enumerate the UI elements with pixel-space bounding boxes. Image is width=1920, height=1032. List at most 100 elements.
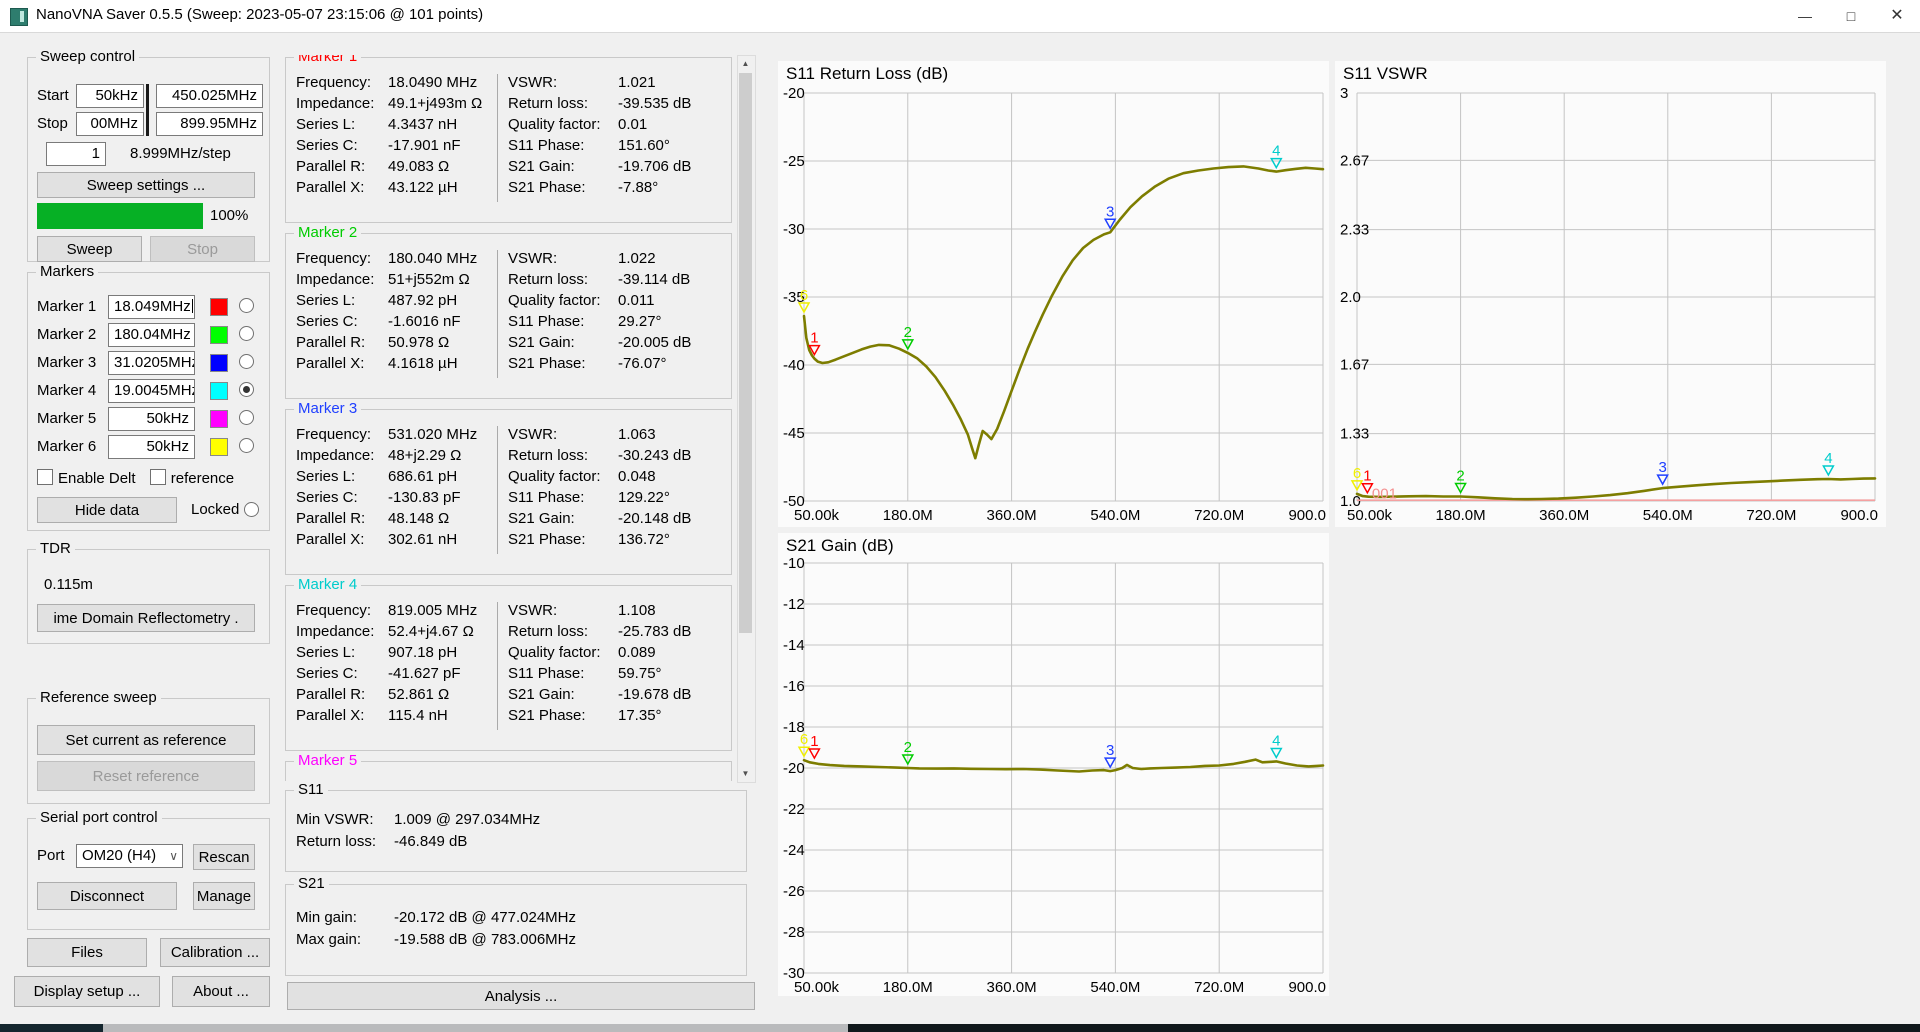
s21-gain-chart[interactable]: -10-12-14-16-18-20-22-24-26-28-3050.00k1… [778, 533, 1329, 996]
sweep-segments-input[interactable]: 1 [46, 142, 106, 166]
field-label: Min gain: [296, 907, 357, 929]
markers-group: Markers Marker 1 18.049MHz Marker 2 180.… [27, 272, 270, 531]
field-label: Return loss: [508, 269, 588, 290]
stop-button[interactable]: Stop [150, 236, 255, 262]
tdr-title: TDR [36, 540, 75, 557]
analysis-button[interactable]: Analysis ... [287, 982, 755, 1010]
marker-frequency-input[interactable]: 50kHz [108, 435, 195, 459]
files-button[interactable]: Files [27, 938, 147, 967]
reset-reference-button[interactable]: Reset reference [37, 761, 255, 791]
marker-panel-left-column: Frequency: 819.005 MHz Impedance: 52.4+j… [296, 600, 492, 726]
marker-frequency-input[interactable]: 19.0045MHz [108, 379, 195, 403]
marker-color-swatch [210, 326, 228, 344]
marker-select-radio[interactable] [239, 438, 254, 453]
svg-text:001: 001 [1372, 486, 1397, 503]
panel-divider [497, 426, 498, 554]
marker-frequency-input[interactable]: 50kHz [108, 407, 195, 431]
scroll-down-icon[interactable]: ▼ [738, 766, 753, 782]
rescan-button[interactable]: Rescan [193, 844, 255, 870]
marker-detail-panel: Marker 1 Frequency: 18.0490 MHz Impedanc… [285, 57, 732, 223]
disconnect-button[interactable]: Disconnect [37, 882, 177, 910]
taskbar-edge [0, 1024, 1920, 1032]
s11-summary-title: S11 [294, 781, 328, 798]
scrollbar-handle[interactable] [739, 73, 752, 633]
about-button[interactable]: About ... [172, 976, 270, 1007]
port-combobox[interactable]: OM20 (H4)∨ [76, 844, 183, 868]
marker-frequency-input[interactable]: 18.049MHz [108, 295, 195, 319]
field-value: 51+j552m Ω [388, 269, 470, 290]
manage-button[interactable]: Manage [193, 882, 255, 910]
data-row: Parallel R: 49.083 Ω [296, 156, 492, 177]
reference-checkbox[interactable] [150, 469, 166, 485]
marker-select-radio[interactable] [239, 410, 254, 425]
marker-label: Marker 3 [37, 354, 96, 371]
marker-select-radio[interactable] [239, 298, 254, 313]
data-row: Series C: -41.627 pF [296, 663, 492, 684]
sweep-settings-button[interactable]: Sweep settings ... [37, 172, 255, 198]
marker-frequency-input[interactable]: 31.0205MHz [108, 351, 195, 375]
set-reference-button[interactable]: Set current as reference [37, 725, 255, 755]
maximize-button[interactable]: □ [1828, 0, 1874, 32]
marker-select-radio[interactable] [239, 382, 254, 397]
tdr-button[interactable]: ime Domain Reflectometry . [37, 604, 255, 632]
field-value: 819.005 MHz [388, 600, 477, 621]
field-value: 43.122 µH [388, 177, 458, 198]
svg-text:900.0: 900.0 [1288, 979, 1326, 996]
field-label: Impedance: [296, 269, 374, 290]
s11-return-loss-chart[interactable]: -20-25-30-35-40-45-5050.00k180.0M360.0M5… [778, 61, 1329, 527]
sweep-stop-input[interactable]: 00MHz [76, 112, 144, 136]
display-setup-button[interactable]: Display setup ... [14, 976, 160, 1007]
sweep-center-input[interactable]: 450.025MHz [156, 84, 263, 108]
sweep-button[interactable]: Sweep [37, 236, 142, 262]
field-value: 50.978 Ω [388, 332, 449, 353]
data-row: Series L: 487.92 pH [296, 290, 492, 311]
hide-data-button[interactable]: Hide data [37, 497, 177, 523]
svg-text:1.33: 1.33 [1340, 426, 1369, 443]
s11-vswr-chart[interactable]: 32.672.332.01.671.331.050.00k180.0M360.0… [1335, 61, 1886, 527]
scroll-up-icon[interactable]: ▲ [738, 56, 753, 72]
marker-select-radio[interactable] [239, 354, 254, 369]
svg-text:2.33: 2.33 [1340, 222, 1369, 239]
progress-percent: 100% [210, 204, 248, 228]
reference-sweep-title: Reference sweep [36, 689, 161, 706]
title-bar: NanoVNA Saver 0.5.5 (Sweep: 2023-05-07 2… [0, 0, 1920, 33]
marker-panel-body: Frequency: 819.005 MHz Impedance: 52.4+j… [286, 600, 731, 750]
field-label: VSWR: [508, 424, 557, 445]
data-row: Quality factor: 0.01 [508, 114, 723, 135]
field-label: Quality factor: [508, 642, 601, 663]
data-row: Impedance: 49.1+j493m Ω [296, 93, 492, 114]
sweep-control-group: Sweep control Start 50kHz 450.025MHz Sto… [27, 57, 270, 262]
locked-radio[interactable] [244, 502, 259, 517]
marker-details-scroll-area: Marker 1 Frequency: 18.0490 MHz Impedanc… [278, 55, 737, 781]
field-value: 18.0490 MHz [388, 72, 477, 93]
field-value: -76.07° [618, 353, 667, 374]
field-value: 59.75° [618, 663, 662, 684]
calibration-button[interactable]: Calibration ... [160, 938, 270, 967]
s11-summary-group: S11 Min VSWR: 1.009 @ 297.034MHz Return … [285, 790, 747, 872]
field-value: -17.901 nF [388, 135, 461, 156]
sweep-start-input[interactable]: 50kHz [76, 84, 144, 108]
svg-text:3: 3 [1340, 85, 1348, 102]
marker-row: Marker 4 19.0045MHz [28, 379, 269, 402]
data-row: Parallel R: 50.978 Ω [296, 332, 492, 353]
marker-panel-right-column: VSWR: 1.022 Return loss: -39.114 dB Qual… [508, 248, 723, 374]
s11-summary-rows: Min VSWR: 1.009 @ 297.034MHz Return loss… [286, 809, 746, 853]
close-button[interactable]: ✕ [1874, 0, 1920, 32]
data-row: VSWR: 1.063 [508, 424, 723, 445]
enable-delta-checkbox[interactable] [37, 469, 53, 485]
svg-text:720.0M: 720.0M [1194, 507, 1244, 524]
chart-title: S21 Gain (dB) [786, 536, 894, 556]
field-label: VSWR: [508, 72, 557, 93]
vertical-scrollbar[interactable]: ▲ ▼ [737, 55, 756, 783]
minimize-button[interactable]: — [1782, 0, 1828, 32]
field-label: Impedance: [296, 93, 374, 114]
field-label: Frequency: [296, 248, 371, 269]
marker-frequency-input[interactable]: 180.04MHz [108, 323, 195, 347]
field-label: Parallel R: [296, 156, 365, 177]
svg-text:2.67: 2.67 [1340, 152, 1369, 169]
sweep-span-input[interactable]: 899.95MHz [156, 112, 263, 136]
marker-select-radio[interactable] [239, 326, 254, 341]
field-label: Parallel X: [296, 529, 364, 550]
chart-title: S11 Return Loss (dB) [786, 64, 948, 84]
data-row: Series C: -1.6016 nF [296, 311, 492, 332]
